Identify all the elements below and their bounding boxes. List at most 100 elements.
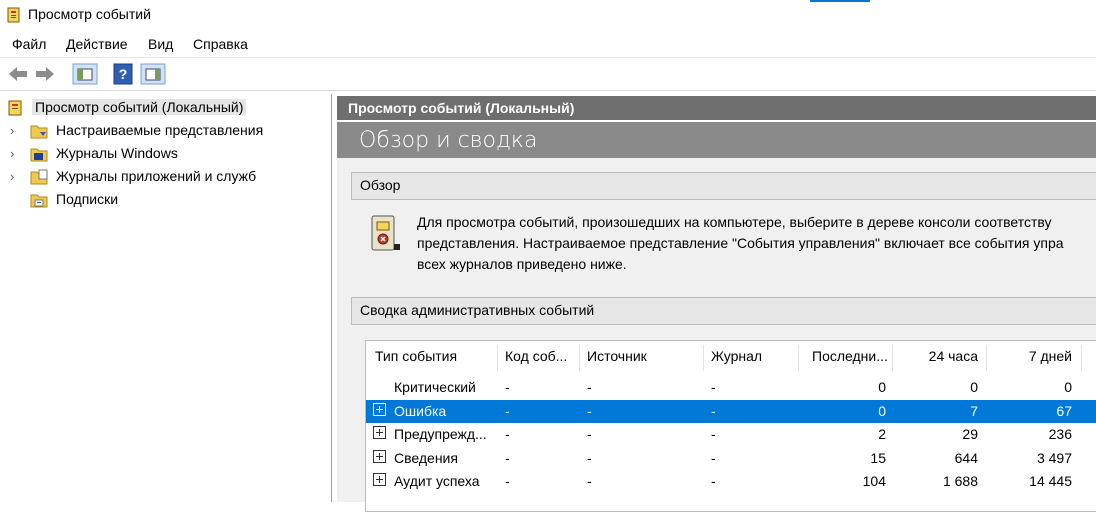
cell-last-hour: 15 xyxy=(870,449,886,466)
menu-view[interactable]: Вид xyxy=(148,36,173,52)
cell-event-type: Сведения xyxy=(394,449,458,466)
menu-bar: Файл Действие Вид Справка xyxy=(0,31,1096,58)
toolbar: ? xyxy=(0,58,1096,91)
column-divider[interactable] xyxy=(579,345,580,371)
column-divider[interactable] xyxy=(1081,345,1082,371)
column-divider[interactable] xyxy=(703,345,704,371)
overview-line: Для просмотра событий, произошедших на к… xyxy=(417,214,1052,230)
cell-source: - xyxy=(587,449,592,466)
overview-section-title: Обзор xyxy=(360,177,401,193)
overview-summary-banner: Обзор и сводка xyxy=(337,122,1096,158)
column-header-type[interactable]: Тип события xyxy=(375,348,457,372)
column-header-log[interactable]: Журнал xyxy=(711,348,762,372)
event-viewer-app-icon xyxy=(7,7,20,23)
column-header-last[interactable]: Последни... xyxy=(812,348,888,372)
column-header-source[interactable]: Источник xyxy=(587,348,647,372)
cell-last-hour: 104 xyxy=(862,473,886,489)
help-icon[interactable]: ? xyxy=(112,63,134,85)
cell-log: - xyxy=(711,379,716,395)
overview-text: Для просмотра событий, произошедших на к… xyxy=(417,212,1096,275)
cell-24h: 0 xyxy=(970,379,978,395)
tree-item-app-services-logs[interactable]: › Журналы приложений и служб xyxy=(0,166,331,188)
tree-item-label: Настраиваемые представления xyxy=(56,122,264,138)
expand-plus-icon[interactable] xyxy=(373,473,386,486)
cell-last-hour: 0 xyxy=(878,402,886,419)
cell-source: - xyxy=(587,402,592,419)
cell-event-type: Ошибка xyxy=(394,402,447,419)
menu-file[interactable]: Файл xyxy=(12,36,46,52)
column-divider[interactable] xyxy=(892,345,893,371)
tree-root-local[interactable]: Просмотр событий (Локальный) xyxy=(0,97,331,119)
table-row[interactable]: Ошибка - - - 0 7 67 xyxy=(366,399,1096,423)
window-title: Просмотр событий xyxy=(28,6,151,22)
console-tree: Просмотр событий (Локальный) › Настраива… xyxy=(0,94,332,502)
expand-plus-icon[interactable] xyxy=(373,426,386,439)
cell-event-type: Предупрежд... xyxy=(394,426,487,442)
main-pane-header: Просмотр событий (Локальный) xyxy=(337,96,1096,120)
cell-24h: 29 xyxy=(962,426,978,442)
column-divider[interactable] xyxy=(497,345,498,371)
summary-section-header[interactable]: Сводка административных событий xyxy=(351,297,1096,325)
column-header-24h[interactable]: 24 часа xyxy=(926,348,978,372)
cell-7d: 0 xyxy=(1064,379,1072,395)
cell-event-code: - xyxy=(505,449,510,466)
expand-plus-icon[interactable] xyxy=(373,449,386,463)
show-hide-action-pane-icon[interactable] xyxy=(140,63,166,85)
cell-log: - xyxy=(711,426,716,442)
cell-last-hour: 2 xyxy=(878,426,886,442)
chevron-right-icon[interactable]: › xyxy=(10,123,14,138)
back-arrow-icon[interactable] xyxy=(6,63,30,85)
table-row[interactable]: Критический - - - 0 0 0 xyxy=(366,376,1096,399)
title-bar: Просмотр событий xyxy=(0,0,1096,30)
table-row[interactable]: Аудит успеха - - - 104 1 688 14 445 xyxy=(366,470,1096,493)
cell-7d: 236 xyxy=(1048,426,1072,442)
cell-log: - xyxy=(711,449,716,466)
chevron-right-icon[interactable]: › xyxy=(10,169,14,184)
windows-logs-folder-icon xyxy=(30,148,48,162)
tree-item-custom-views[interactable]: › Настраиваемые представления xyxy=(0,120,331,142)
column-divider[interactable] xyxy=(986,345,987,371)
tree-item-subscriptions[interactable]: Подписки xyxy=(0,189,331,211)
event-log-warning-icon xyxy=(371,215,400,251)
cell-event-code: - xyxy=(505,426,510,442)
tree-item-windows-logs[interactable]: › Журналы Windows xyxy=(0,143,331,165)
show-hide-console-tree-icon[interactable] xyxy=(72,63,98,85)
main-pane-body: Обзор Для просмотра событий, произошедши… xyxy=(337,158,1096,512)
cell-7d: 3 497 xyxy=(1036,449,1072,466)
cell-last-hour: 0 xyxy=(878,379,886,395)
expand-plus-icon[interactable] xyxy=(373,402,386,416)
tree-item-label: Журналы приложений и служб xyxy=(56,168,257,184)
forward-arrow-icon[interactable] xyxy=(33,63,57,85)
column-divider[interactable] xyxy=(798,345,799,371)
table-row[interactable]: Сведения - - - 15 644 3 497 xyxy=(366,447,1096,470)
app-services-logs-folder-icon xyxy=(30,169,48,185)
menu-help[interactable]: Справка xyxy=(193,36,248,52)
cell-source: - xyxy=(587,426,592,442)
chevron-right-icon[interactable]: › xyxy=(10,146,14,161)
cell-7d: 14 445 xyxy=(1029,473,1072,489)
svg-text:?: ? xyxy=(119,66,128,82)
cell-24h: 7 xyxy=(970,402,978,419)
column-header-code[interactable]: Код соб... xyxy=(505,348,567,372)
overview-section-header[interactable]: Обзор xyxy=(351,172,1096,200)
cell-event-type: Аудит успеха xyxy=(394,473,480,489)
column-header-7d[interactable]: 7 дней xyxy=(1006,348,1072,372)
overview-line: всех журналов приведено ниже. xyxy=(417,256,627,272)
cell-log: - xyxy=(711,473,716,489)
cell-event-code: - xyxy=(505,379,510,395)
custom-views-folder-icon xyxy=(30,125,48,139)
cell-source: - xyxy=(587,473,592,489)
cell-log: - xyxy=(711,402,716,419)
main-pane: Просмотр событий (Локальный) Обзор и сво… xyxy=(337,94,1096,512)
menu-action[interactable]: Действие xyxy=(66,36,128,52)
cell-7d: 67 xyxy=(1056,402,1072,419)
title-accent xyxy=(810,0,870,2)
table-row[interactable]: Предупрежд... - - - 2 29 236 xyxy=(366,423,1096,446)
cell-24h: 644 xyxy=(954,449,978,466)
page-title: Обзор и сводка xyxy=(359,128,538,153)
summary-section-title: Сводка административных событий xyxy=(360,302,595,318)
main-pane-title: Просмотр событий (Локальный) xyxy=(348,100,575,116)
cell-24h: 1 688 xyxy=(942,473,978,489)
cell-event-code: - xyxy=(505,473,510,489)
cell-source: - xyxy=(587,379,592,395)
